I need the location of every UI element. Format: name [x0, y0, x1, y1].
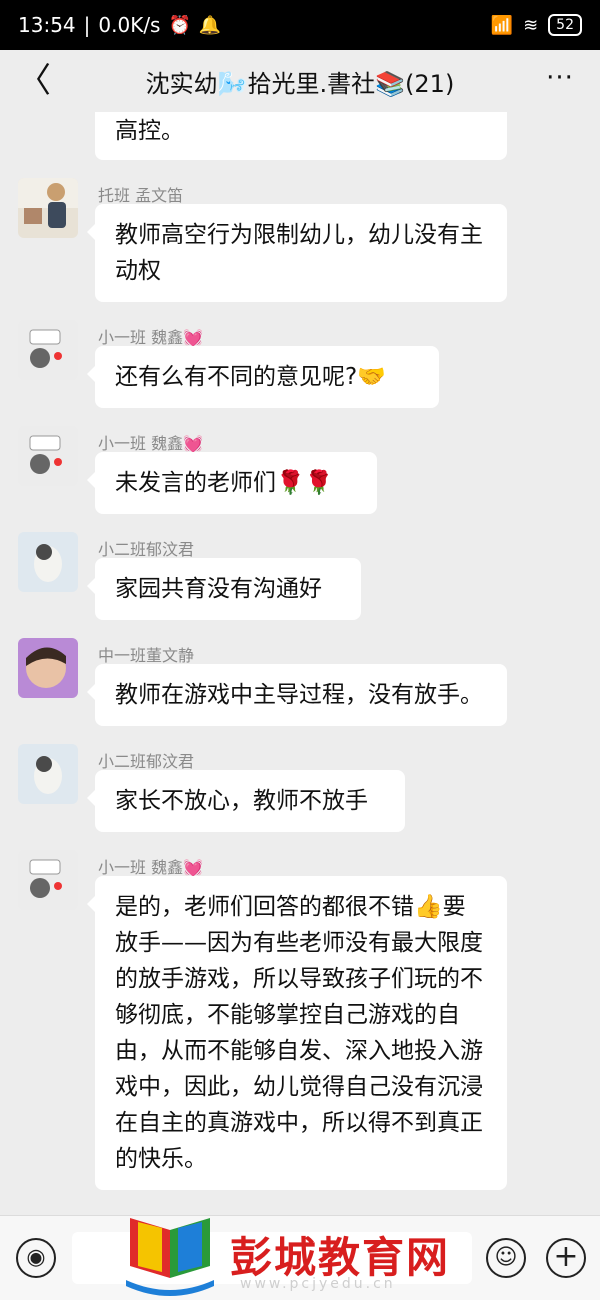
battery-icon: 52 — [548, 14, 582, 36]
avatar-image — [18, 532, 78, 592]
avatar[interactable] — [18, 850, 78, 910]
sender-name: 小一班 魏鑫💓 — [98, 328, 204, 347]
avatar-image — [18, 178, 78, 238]
message-bubble[interactable]: 家园共育没有沟通好 — [87, 558, 361, 620]
avatar-image — [18, 320, 78, 380]
avatar[interactable] — [18, 638, 78, 698]
status-time: 13:54 — [18, 13, 76, 37]
message-bubble[interactable]: 教师在游戏中主导过程，没有放手。 — [87, 664, 507, 726]
message-bubble[interactable]: 是的，老师们回答的都很不错👍要放手——因为有些老师没有最大限度的放手游戏，所以导… — [87, 876, 507, 1190]
avatar-image — [18, 638, 78, 698]
message-bubble[interactable]: 还有么有不同的意见呢?🤝 — [87, 346, 439, 408]
sender-name: 小二班郁汶君 — [98, 540, 195, 559]
status-right: 📶 ≋ 52 — [491, 14, 582, 36]
sender-name: 小二班郁汶君 — [98, 752, 195, 771]
voice-icon[interactable]: ◉ — [16, 1238, 56, 1278]
back-icon[interactable]: 〈 — [14, 58, 54, 104]
notification-icon: 🔔 — [198, 14, 222, 36]
watermark-url: www.pcjyedu.cn — [240, 1276, 396, 1292]
sender-name: 小一班 魏鑫💓 — [98, 858, 204, 877]
avatar[interactable] — [18, 426, 78, 486]
status-divider: | — [83, 13, 91, 37]
message-bubble[interactable]: 未发言的老师们🌹🌹 — [87, 452, 377, 514]
wifi-icon: ≋ — [523, 14, 539, 36]
message-bubble[interactable]: 高控。 — [95, 112, 507, 160]
status-bar: 13:54 | 0.0K/s ⏰ 🔔 📶 ≋ 52 — [0, 0, 600, 50]
avatar[interactable] — [18, 178, 78, 238]
avatar-image — [18, 426, 78, 486]
avatar-image — [18, 850, 78, 910]
sender-name: 小一班 魏鑫💓 — [98, 434, 204, 453]
sender-name: 中一班董文静 — [98, 646, 195, 665]
sender-name: 托班 孟文笛 — [98, 186, 184, 205]
book-logo-icon — [126, 1218, 214, 1296]
status-speed: 0.0K/s — [98, 13, 161, 37]
more-icon[interactable]: ··· — [538, 58, 582, 104]
plus-icon[interactable]: + — [546, 1238, 586, 1278]
chat-title: 沈实幼🌬️拾光里.書社📚(21) — [145, 69, 455, 98]
message-list[interactable]: 高控。 托班 孟文笛 教师高空行为限制幼儿，幼儿没有主动权 小一班 魏鑫💓 还有… — [0, 112, 600, 1212]
avatar[interactable] — [18, 320, 78, 380]
avatar-image — [18, 744, 78, 804]
message-bubble[interactable]: 家长不放心，教师不放手 — [87, 770, 405, 832]
avatar[interactable] — [18, 532, 78, 592]
chat-header: 〈 沈实幼🌬️拾光里.書社📚(21) ··· — [0, 50, 600, 112]
avatar[interactable] — [18, 744, 78, 804]
signal-icon: 📶 — [490, 14, 514, 36]
status-left: 13:54 | 0.0K/s ⏰ 🔔 — [18, 13, 221, 37]
alarm-icon: ⏰ — [168, 14, 191, 36]
message-bubble[interactable]: 教师高空行为限制幼儿，幼儿没有主动权 — [87, 204, 507, 302]
